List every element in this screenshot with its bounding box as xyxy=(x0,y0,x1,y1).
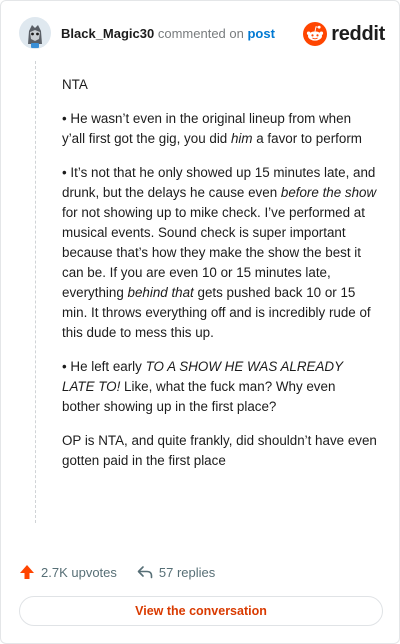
reddit-brand[interactable]: reddit xyxy=(303,21,385,47)
reply-arrow-icon xyxy=(137,566,153,579)
comment-text: • He left early xyxy=(62,359,146,374)
reddit-logo-icon xyxy=(303,22,328,46)
comment-text: a favor to perform xyxy=(252,131,362,146)
view-conversation-button[interactable]: View the conversation xyxy=(19,596,383,626)
comment-header: Black_Magic30 commented on post reddit xyxy=(19,17,385,51)
comment-emphasis: him xyxy=(230,131,253,146)
comment-body: NTA • He wasn’t even in the original lin… xyxy=(62,75,377,485)
comment-actions: 2.7K upvotes 57 replies xyxy=(19,561,215,583)
replies-button[interactable]: 57 replies xyxy=(137,564,215,580)
reply-count: 57 replies xyxy=(158,564,216,580)
comment-paragraph-5: OP is NTA, and quite frankly, did should… xyxy=(62,433,377,468)
username-link[interactable]: Black_Magic30 xyxy=(61,26,154,41)
avatar-icon[interactable] xyxy=(19,17,51,49)
upvote-arrow-icon xyxy=(20,565,34,579)
comment-paragraph-2: • He wasn’t even in the original lineup … xyxy=(62,109,377,149)
reddit-wordmark: reddit xyxy=(331,22,385,45)
upvote-count: 2.7K upvotes xyxy=(41,564,117,580)
commented-on-text: commented on xyxy=(157,26,244,41)
post-link[interactable]: post xyxy=(247,26,274,41)
comment-paragraph-4: • He left early TO A SHOW HE WAS ALREADY… xyxy=(62,357,377,417)
upvote-button[interactable]: 2.7K upvotes xyxy=(19,564,117,580)
comment-meta: Black_Magic30 commented on post xyxy=(61,26,275,41)
comment-card: Black_Magic30 commented on post reddit N… xyxy=(0,0,400,644)
comment-paragraph-3: • It’s not that he only showed up 15 min… xyxy=(62,163,377,343)
thread-line xyxy=(35,61,36,523)
comment-emphasis: behind that xyxy=(127,285,194,300)
comment-emphasis: before the show xyxy=(280,185,377,200)
comment-paragraph-1: NTA xyxy=(62,77,88,92)
